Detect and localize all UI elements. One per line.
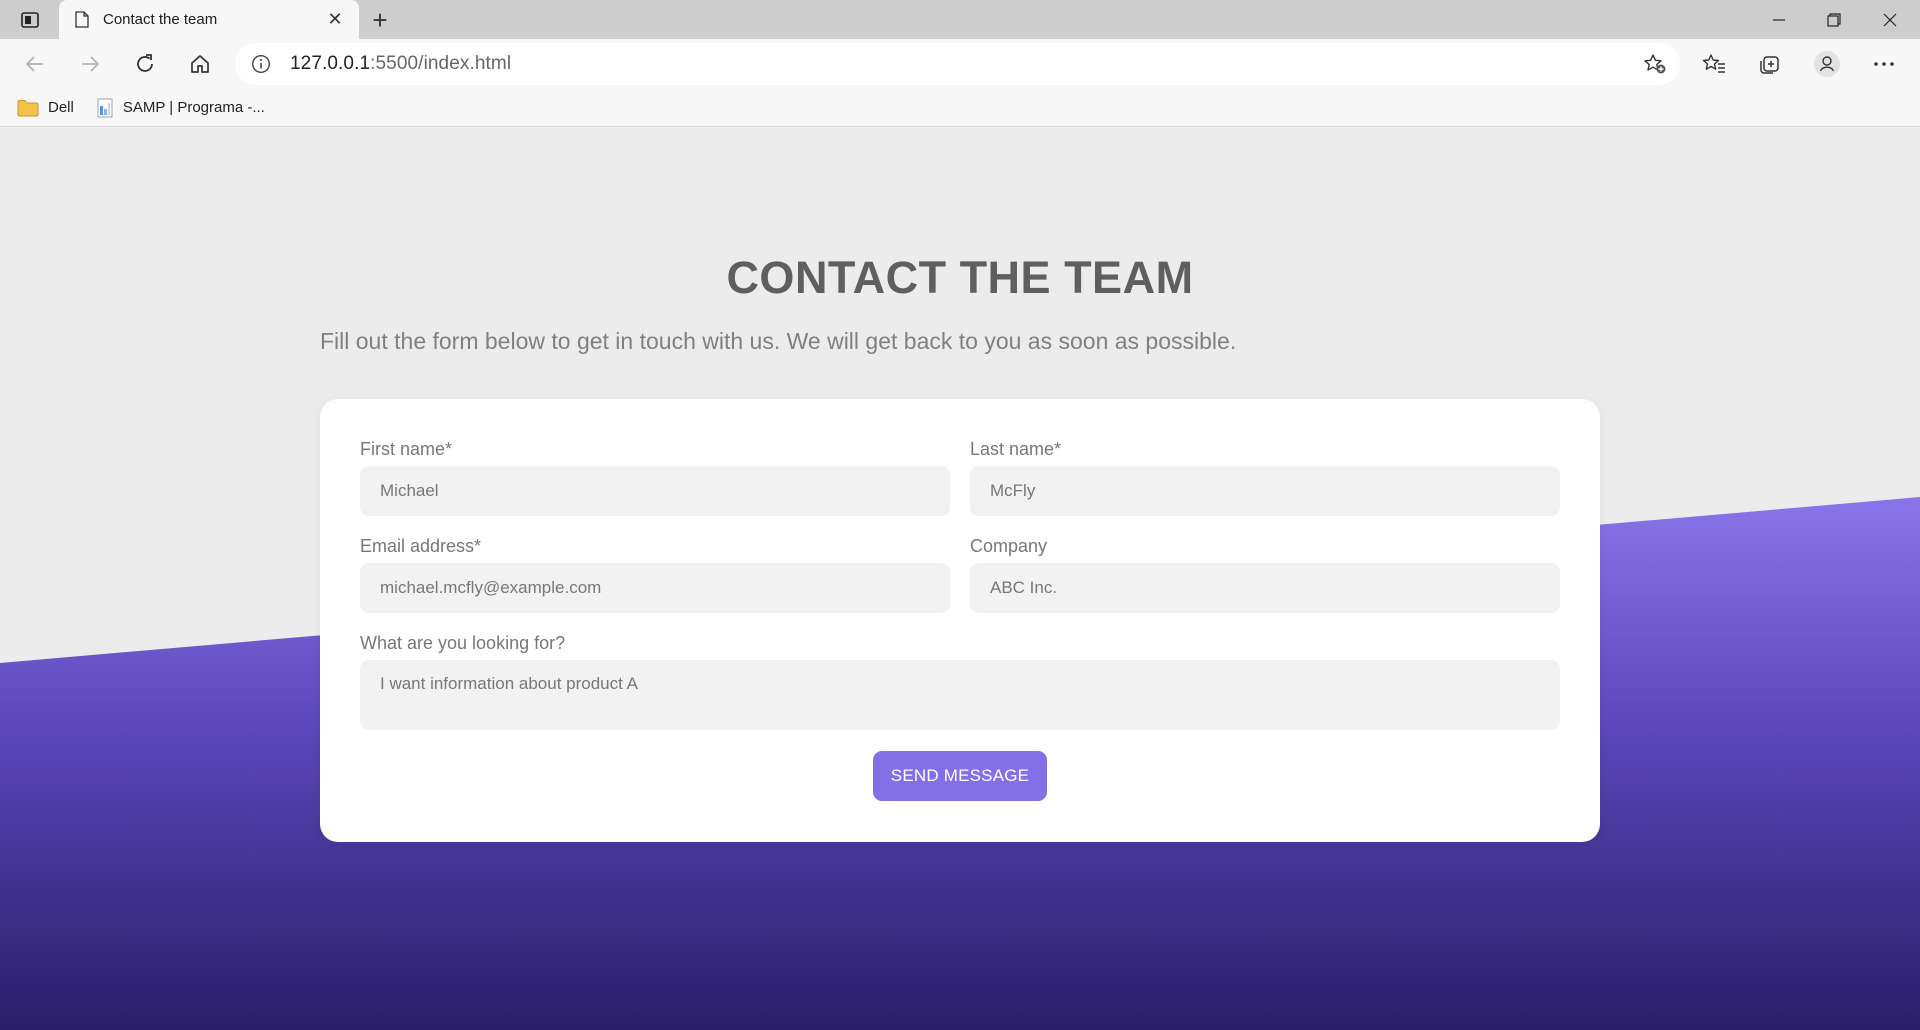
back-button[interactable]	[18, 48, 52, 80]
message-textarea[interactable]: I want information about product A	[360, 660, 1560, 730]
page-icon	[73, 10, 91, 30]
url-host: 127.0.0.1	[290, 53, 371, 74]
email-label: Email address*	[360, 536, 482, 556]
tab-strip: Contact the team ✕ +	[0, 0, 1920, 39]
bookmark-samp[interactable]: SAMP | Programa -...	[96, 98, 265, 118]
collections-icon	[1760, 56, 1779, 74]
bookmark-dell[interactable]: Dell	[17, 99, 74, 117]
bookmark-label: SAMP | Programa -...	[122, 99, 265, 116]
page-subtitle: Fill out the form below to get in touch …	[320, 328, 1237, 354]
refresh-button[interactable]	[128, 48, 162, 80]
restore-button[interactable]	[1806, 0, 1862, 39]
arrow-right-icon	[82, 56, 100, 72]
collections-button[interactable]	[1753, 48, 1787, 80]
first-name-label: First name*	[360, 439, 453, 459]
tab-active[interactable]: Contact the team ✕	[59, 0, 359, 39]
restore-icon	[1827, 12, 1841, 27]
favorites-button[interactable]	[1697, 48, 1731, 80]
info-icon[interactable]	[250, 53, 272, 75]
minimize-icon	[1773, 18, 1785, 21]
tab-actions-button[interactable]	[14, 8, 46, 32]
more-icon	[1874, 62, 1894, 66]
home-icon	[191, 55, 209, 73]
settings-more-button[interactable]	[1867, 48, 1901, 80]
home-button[interactable]	[183, 48, 217, 80]
close-tab-icon[interactable]: ✕	[323, 8, 347, 32]
forward-button[interactable]	[73, 48, 107, 80]
close-icon	[1883, 13, 1897, 26]
favorites-icon	[1702, 54, 1725, 73]
email-field[interactable]: michael.mcfly@example.com	[360, 563, 950, 613]
url-text: 127.0.0.1:5500/index.html	[290, 53, 511, 75]
last-name-field[interactable]: McFly	[970, 466, 1560, 516]
message-label: What are you looking for?	[360, 633, 566, 653]
add-favorite-icon[interactable]	[1642, 52, 1668, 76]
send-message-button[interactable]: SEND MESSAGE	[873, 751, 1047, 801]
company-label: Company	[970, 536, 1048, 556]
new-tab-button[interactable]: +	[366, 5, 394, 35]
browser-toolbar: 127.0.0.1:5500/index.html	[0, 39, 1920, 89]
profile-button[interactable]	[1810, 48, 1844, 80]
address-bar[interactable]: 127.0.0.1:5500/index.html	[235, 43, 1680, 85]
page-title: CONTACT THE TEAM	[726, 252, 1194, 303]
first-name-field[interactable]: Michael	[360, 466, 950, 516]
last-name-label: Last name*	[970, 439, 1062, 459]
folder-icon	[17, 99, 39, 117]
bookmarks-bar: Dell SAMP | Programa -...	[0, 89, 1920, 127]
arrow-left-icon	[25, 56, 43, 72]
close-window-button[interactable]	[1862, 0, 1918, 39]
url-path: :5500/index.html	[370, 53, 512, 74]
bookmark-label: Dell	[48, 99, 74, 116]
page-icon	[96, 98, 114, 118]
contact-form-card: First name* Michael Last name* McFly Ema…	[320, 399, 1600, 842]
page-viewport: CONTACT THE TEAM Fill out the form below…	[0, 128, 1920, 1030]
avatar-icon	[1814, 51, 1840, 77]
refresh-icon	[137, 54, 153, 72]
minimize-button[interactable]	[1751, 0, 1807, 39]
tab-title: Contact the team	[103, 11, 218, 28]
tab-actions-icon	[21, 12, 39, 28]
company-field[interactable]: ABC Inc.	[970, 563, 1560, 613]
